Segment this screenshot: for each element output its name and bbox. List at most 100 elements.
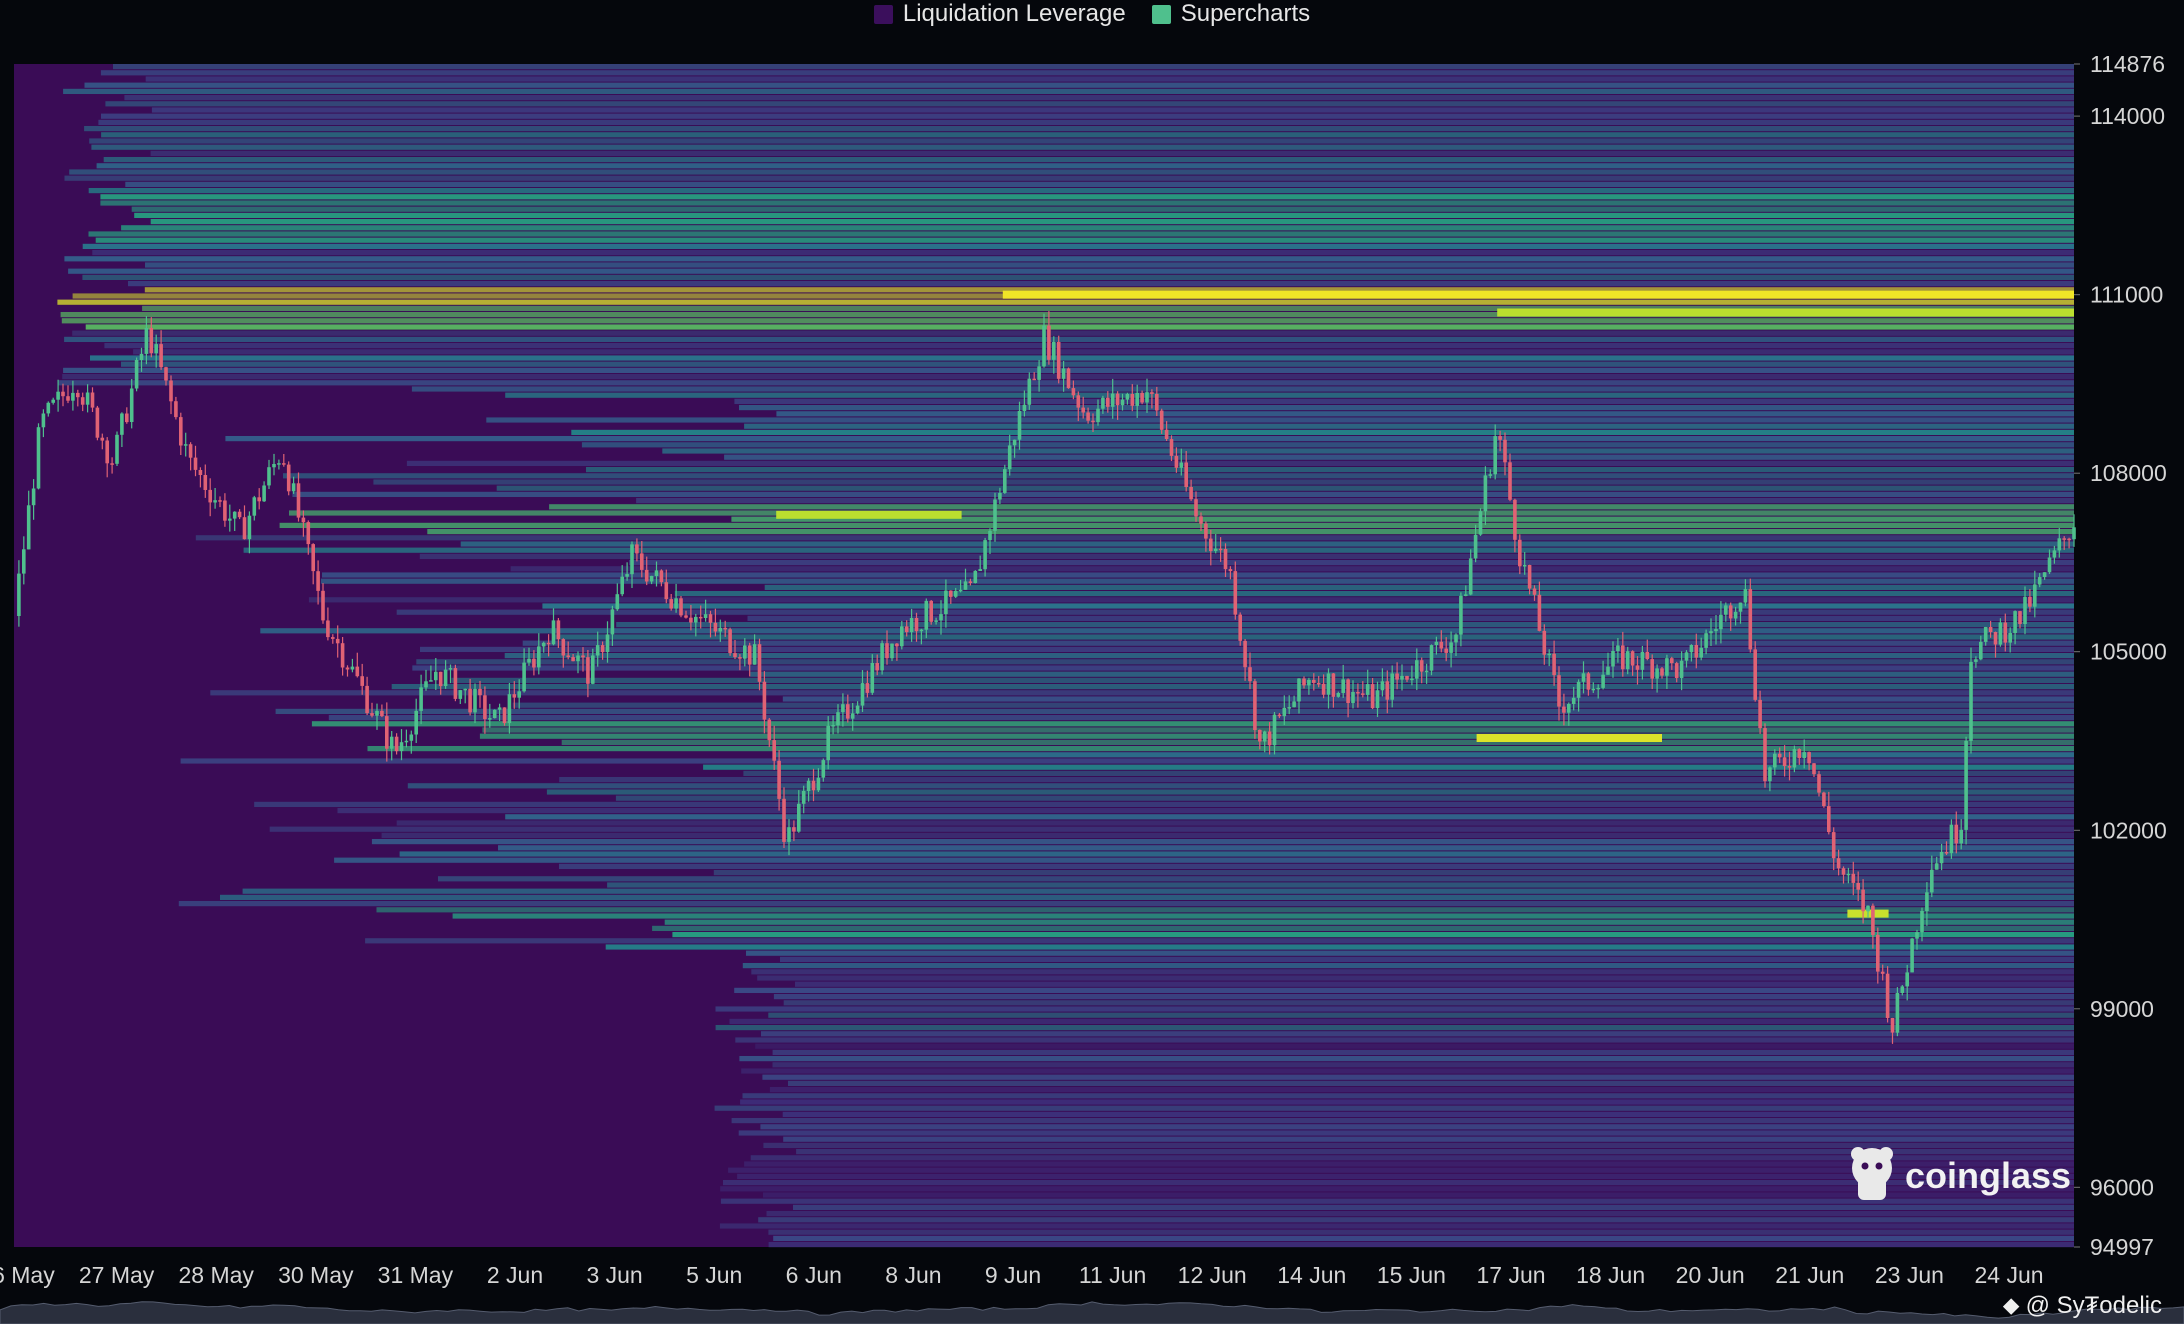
- candle-body: [1022, 404, 1027, 411]
- candle-body: [1792, 749, 1797, 768]
- y-tick-label: 94997: [2090, 1234, 2154, 1260]
- candle-body: [968, 581, 973, 583]
- candle-body: [213, 500, 217, 503]
- candle-body: [36, 427, 41, 489]
- candle-body: [1164, 429, 1169, 439]
- candle-body: [644, 569, 649, 582]
- candle-body: [532, 658, 536, 668]
- candle-body: [1704, 633, 1708, 648]
- candle-body: [1213, 548, 1218, 551]
- candle-body: [1189, 487, 1193, 500]
- heat-band: [128, 281, 2074, 287]
- candle-body: [595, 645, 600, 656]
- candle-body: [115, 434, 119, 464]
- heat-band: [739, 405, 2074, 411]
- candle-body: [914, 618, 919, 632]
- candle-body: [252, 497, 257, 516]
- candle-body: [1003, 469, 1007, 493]
- heat-band: [505, 392, 2075, 398]
- heat-band: [145, 76, 2075, 82]
- candle-body: [169, 380, 173, 402]
- candle-body: [1424, 670, 1429, 673]
- heat-band: [84, 126, 2075, 132]
- heat-band-hot: [1002, 290, 2074, 299]
- candle-body: [1817, 774, 1821, 793]
- candle-body: [1459, 595, 1463, 635]
- candle-body: [713, 622, 718, 632]
- candle-body: [360, 676, 364, 686]
- heat-band: [783, 1136, 2075, 1142]
- candle-body: [811, 780, 816, 791]
- candle-body: [581, 655, 585, 658]
- heat-band: [243, 547, 2075, 553]
- x-tick-label: 14 Jun: [1277, 1262, 1346, 1288]
- candle-body: [1488, 474, 1493, 476]
- candle-body: [31, 488, 36, 506]
- candle-body: [900, 626, 904, 647]
- candle-body: [860, 683, 865, 706]
- heat-band: [763, 1142, 2074, 1148]
- heat-band: [555, 634, 2074, 640]
- heat-band: [766, 1211, 2074, 1217]
- candle-body: [679, 598, 683, 616]
- candle-body: [1763, 728, 1767, 782]
- heat-band: [782, 1111, 2075, 1117]
- candle-body: [203, 475, 208, 490]
- heat-band: [322, 572, 2074, 578]
- candle-body: [1606, 666, 1610, 675]
- candle-body: [1454, 634, 1458, 643]
- heat-band: [510, 566, 2075, 572]
- candle-body: [1140, 393, 1144, 403]
- heat-band: [242, 888, 2075, 894]
- candle-body: [507, 694, 512, 724]
- heat-band: [498, 845, 2074, 851]
- liquidation-heatmap-chart[interactable]: 114876 114000 111000 108000 105000 102000 9900…: [0, 0, 2184, 1324]
- heat-band: [82, 243, 2075, 249]
- heat-band: [320, 578, 2074, 584]
- heat-band: [68, 268, 2075, 274]
- heat-band: [308, 597, 2074, 603]
- heat-band: [760, 1124, 2074, 1130]
- candle-body: [2023, 596, 2027, 624]
- candle-body: [1341, 679, 1345, 693]
- candle-body: [1513, 499, 1517, 540]
- candle-body: [1689, 645, 1694, 653]
- candle-body: [1856, 883, 1860, 890]
- candle-body: [296, 483, 301, 518]
- candle-body: [664, 582, 669, 600]
- candle-body: [1866, 905, 1870, 912]
- candle-body: [1130, 394, 1135, 406]
- candle-body: [443, 669, 448, 686]
- candle-body: [1091, 420, 1095, 423]
- candle-body: [1503, 439, 1507, 463]
- candle-body: [463, 688, 467, 691]
- candle-body: [1312, 679, 1316, 683]
- candle-body: [615, 594, 620, 610]
- candle-body: [576, 655, 580, 662]
- heat-band: [773, 1235, 2075, 1241]
- heat-band: [283, 473, 2074, 479]
- candle-body: [1444, 648, 1448, 653]
- candle-body: [272, 464, 276, 468]
- candle-body: [120, 413, 124, 435]
- binance-diamond-icon: ⬥: [2002, 1292, 2020, 1319]
- candle-body: [816, 777, 821, 791]
- candle-body: [1307, 679, 1311, 686]
- candle-body: [1522, 565, 1527, 567]
- candle-body: [522, 662, 526, 692]
- candle-body: [1184, 462, 1188, 487]
- heat-band: [103, 157, 2075, 163]
- candle-body: [586, 657, 590, 684]
- navigator-strip[interactable]: [0, 1301, 2184, 1324]
- heat-band: [337, 808, 2074, 814]
- heat-band: [773, 994, 2074, 1000]
- heat-band: [549, 504, 2074, 510]
- heat-band: [311, 721, 2074, 727]
- heat-band: [64, 336, 2075, 342]
- candle-body: [1110, 393, 1115, 407]
- heat-band: [367, 746, 2074, 752]
- heat-band: [150, 219, 2075, 225]
- heat-band: [607, 882, 2074, 888]
- candle-body: [591, 655, 595, 684]
- candle-body: [1665, 658, 1669, 676]
